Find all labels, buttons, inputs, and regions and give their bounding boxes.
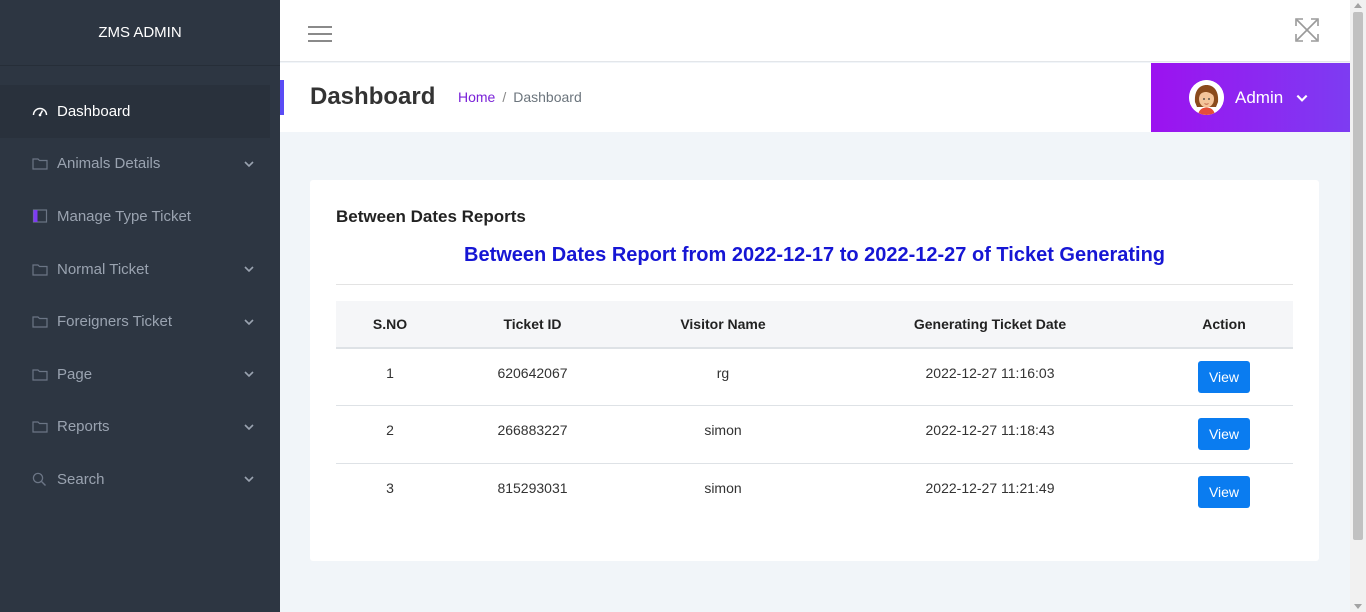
sidebar-item-label: Foreigners Ticket <box>57 313 173 331</box>
sidebar-item-search[interactable]: Search <box>0 453 280 506</box>
sidebar-item-label: Page <box>57 365 93 383</box>
chevron-down-icon <box>1296 94 1308 102</box>
folder-icon <box>31 420 48 434</box>
brand-title[interactable]: ZMS ADMIN <box>0 0 280 66</box>
cell-sno: 2 <box>336 405 444 464</box>
column-header-action: Action <box>1155 301 1293 349</box>
column-header-sno: S.NO <box>336 301 444 349</box>
sidebar-item-label: Search <box>57 470 105 488</box>
sidebar-menu: Dashboard Animals Details Manage Type Ti… <box>0 66 280 506</box>
scroll-down-arrow-icon[interactable] <box>1354 604 1362 609</box>
dashboard-gauge-icon <box>31 104 48 118</box>
avatar <box>1189 80 1224 115</box>
sidebar: ZMS ADMIN Dashboard Animals Details Mana… <box>0 0 280 612</box>
table-row: 3 815293031 simon 2022-12-27 11:21:49 Vi… <box>336 463 1293 521</box>
sidebar-item-manage-type-ticket[interactable]: Manage Type Ticket <box>0 190 280 243</box>
cell-sno: 3 <box>386 479 394 496</box>
page-title: Dashboard <box>310 83 436 110</box>
chevron-down-icon <box>244 161 254 168</box>
view-button[interactable]: View <box>1197 475 1251 508</box>
cell-action: View <box>1155 405 1293 464</box>
title-accent-bar <box>280 80 284 115</box>
column-header-generating-ticket-date: Generating Ticket Date <box>825 301 1155 349</box>
chevron-down-icon <box>244 371 254 378</box>
cell-generating-date: 2022-12-27 11:21:49 <box>925 479 1055 496</box>
sidebar-item-dashboard[interactable]: Dashboard <box>0 85 270 138</box>
cell-generating-date: 2022-12-27 11:16:03 <box>825 348 1155 406</box>
cell-visitor-name: simon <box>621 405 825 464</box>
chevron-down-icon <box>244 476 254 483</box>
page-title-bar: Dashboard Home / Dashboard Admin <box>280 63 1350 132</box>
folder-icon <box>31 367 48 381</box>
sidebar-item-foreigners-ticket[interactable]: Foreigners Ticket <box>0 295 280 348</box>
menu-toggle-icon[interactable] <box>308 26 332 44</box>
vertical-scrollbar[interactable] <box>1350 0 1366 612</box>
view-button[interactable]: View <box>1197 418 1251 450</box>
chevron-down-icon <box>244 319 254 325</box>
folder-icon <box>31 157 48 171</box>
sidebar-item-animals-details[interactable]: Animals Details <box>0 138 280 191</box>
view-button[interactable]: View <box>1197 361 1251 393</box>
cell-ticket-id: 815293031 <box>497 479 568 496</box>
cell-action: View <box>1155 463 1293 521</box>
table-row: 1 620642067 rg 2022-12-27 11:16:03 View <box>336 348 1293 406</box>
report-heading: Between Dates Report from 2022-12-17 to … <box>464 244 1165 266</box>
user-name: Admin <box>1235 87 1284 107</box>
sidebar-item-label: Animals Details <box>57 155 161 173</box>
fullscreen-icon[interactable] <box>1294 17 1320 43</box>
folder-icon <box>31 262 48 276</box>
column-header-visitor-name: Visitor Name <box>621 301 825 349</box>
book-icon <box>31 209 48 224</box>
report-table: S.NO Ticket ID Visitor Name Generating T… <box>336 301 1293 521</box>
cell-ticket-id: 266883227 <box>444 405 621 464</box>
scroll-up-arrow-icon[interactable] <box>1354 3 1362 8</box>
search-icon <box>31 472 48 486</box>
column-header-ticket-id: Ticket ID <box>444 301 621 349</box>
sidebar-item-reports[interactable]: Reports <box>0 401 280 454</box>
cell-visitor-name: rg <box>621 348 825 406</box>
sidebar-item-normal-ticket[interactable]: Normal Ticket <box>0 243 280 296</box>
report-card: Between Dates Reports Between Dates Repo… <box>310 180 1319 561</box>
cell-action: View <box>1155 348 1293 406</box>
chevron-down-icon <box>244 424 254 430</box>
user-menu-button[interactable]: Admin <box>1151 63 1350 132</box>
card-title: Between Dates Reports <box>336 207 526 226</box>
sidebar-item-label: Normal Ticket <box>57 260 149 278</box>
folder-icon <box>31 315 48 329</box>
breadcrumb-home-link[interactable]: Home <box>458 89 495 105</box>
divider <box>336 284 1293 285</box>
cell-ticket-id: 620642067 <box>444 348 621 406</box>
table-row: 2 266883227 simon 2022-12-27 11:18:43 Vi… <box>336 405 1293 464</box>
breadcrumb-separator: / <box>502 89 507 105</box>
breadcrumb-current: Dashboard <box>513 89 582 105</box>
table-header-row: S.NO Ticket ID Visitor Name Generating T… <box>336 301 1293 349</box>
sidebar-item-label: Dashboard <box>57 102 131 120</box>
chevron-down-icon <box>244 266 254 273</box>
sidebar-item-label: Reports <box>57 418 110 436</box>
sidebar-item-page[interactable]: Page <box>0 348 280 401</box>
breadcrumb: Home / Dashboard <box>458 89 582 105</box>
top-header <box>280 0 1350 62</box>
cell-visitor-name: simon <box>704 479 742 496</box>
scrollbar-thumb[interactable] <box>1353 12 1363 540</box>
cell-sno: 1 <box>336 348 444 406</box>
sidebar-item-label: Manage Type Ticket <box>57 207 191 225</box>
cell-generating-date: 2022-12-27 11:18:43 <box>825 405 1155 464</box>
